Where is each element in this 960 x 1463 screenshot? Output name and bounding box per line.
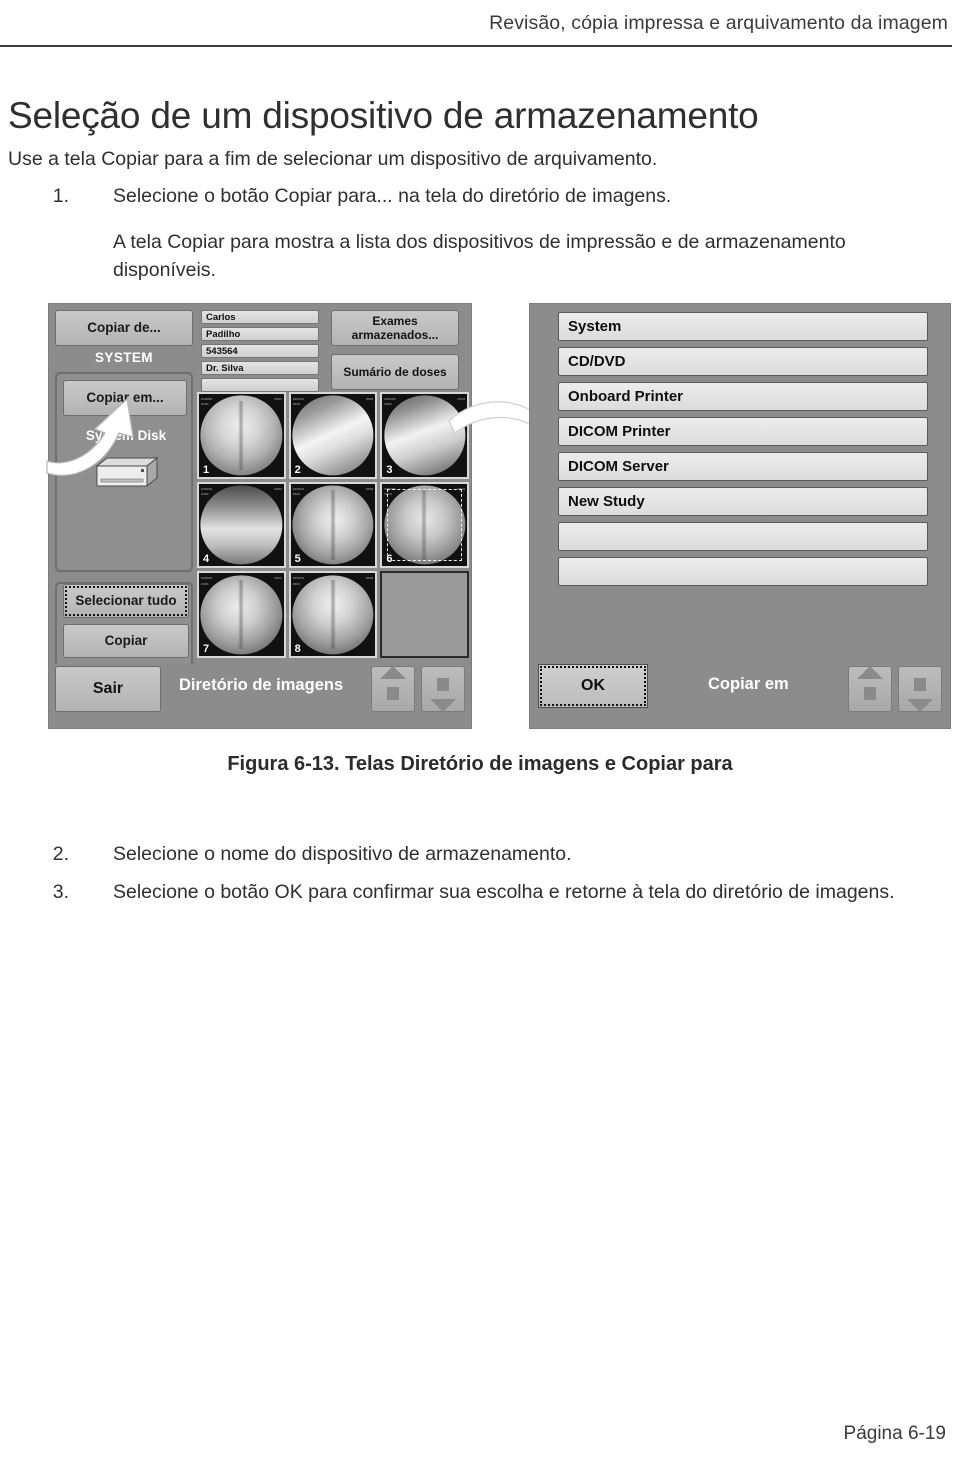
left-scroll-controls [371, 666, 465, 712]
scroll-up-button[interactable] [371, 666, 415, 712]
step-item-3: 3. Selecione o botão OK para confirmar s… [0, 878, 960, 906]
device-row-empty-2[interactable] [558, 557, 928, 586]
thumbnail-number: 3 [386, 463, 393, 476]
thumbnail-number: 6 [386, 553, 393, 566]
document-page: Revisão, cópia impressa e arquivamento d… [0, 0, 960, 1463]
copy-from-value: SYSTEM [95, 350, 153, 365]
step-3-text: Selecione o botão OK para confirmar sua … [113, 881, 895, 903]
system-disk-icon [91, 454, 159, 490]
exam-action-buttons: Exames armazenados... Sumário de doses [331, 310, 459, 398]
step-2-text: Selecione o nome do dispositivo de armaz… [113, 843, 572, 865]
thumbnail-7[interactable]: ▭▭▭ ▭▭ ▭▭ 7 [197, 571, 286, 658]
thumbnail-number: 4 [203, 553, 210, 566]
step-1-note: A tela Copiar para mostra a lista dos di… [0, 228, 960, 284]
thumbnail-number: 5 [294, 553, 301, 566]
scroll-up-button[interactable] [848, 666, 892, 712]
device-row-dicom-server[interactable]: DICOM Server [558, 452, 928, 481]
thumbnail-6[interactable]: ▭▭▭ ▭▭ ▭▭ 6 [380, 481, 469, 569]
device-row-dicom-printer[interactable]: DICOM Printer [558, 417, 928, 446]
figure-caption: Figura 6-13. Telas Diretório de imagens … [227, 753, 733, 775]
thumbnail-selection-box [387, 488, 462, 562]
thumbnail-4[interactable]: ▭▭▭ ▭▭ ▭▭ 4 [197, 481, 286, 569]
patient-field-firstname[interactable]: Carlos [201, 310, 319, 324]
page-title: Seleção de um dispositivo de armazenamen… [8, 95, 759, 136]
device-row-onboard-printer[interactable]: Onboard Printer [558, 382, 928, 411]
thumbnail-number: 8 [294, 642, 301, 655]
device-row-new-study[interactable]: New Study [558, 487, 928, 516]
right-screen-bottom-bar: OK Copiar em [538, 664, 942, 720]
copy-from-button[interactable]: Copiar de... [55, 310, 193, 346]
thumbnail-1[interactable]: ▭▭▭ ▭▭ ▭▭ 1 [197, 392, 286, 479]
dose-summary-button[interactable]: Sumário de doses [331, 354, 459, 390]
patient-field-id[interactable]: 543564 [201, 344, 319, 358]
thumbnail-number: 2 [294, 463, 301, 476]
thumbnail-3[interactable]: ▭▭▭ ▭▭ ▭▭ 3 [380, 392, 469, 479]
lead-paragraph: Use a tela Copiar para a fim de selecion… [8, 148, 658, 170]
left-screen-bottom-bar: Sair Diretório de imagens [55, 664, 465, 722]
device-row-empty-1[interactable] [558, 522, 928, 551]
step-item-1: 1. Selecione o botão Copiar para... na t… [0, 182, 960, 210]
header-divider-rule [0, 45, 952, 47]
step-2-number: 2. [52, 843, 69, 865]
scroll-down-button[interactable] [898, 666, 942, 712]
patient-field-physician[interactable]: Dr. Silva [201, 361, 319, 375]
footer-page-number: Página 6-19 [843, 1423, 946, 1444]
figure-6-13: Copiar de... SYSTEM Copiar em... System … [0, 303, 960, 729]
select-all-button[interactable]: Selecionar tudo [63, 584, 189, 618]
fluoroscopic-image [292, 395, 374, 475]
thumbnail-slot-empty[interactable] [380, 571, 469, 658]
fluoroscopic-image [200, 485, 282, 565]
thumbnail-8[interactable]: ▭▭▭ ▭▭ ▭▭ 8 [288, 571, 378, 658]
copy-to-group: Copiar em... System Disk [55, 372, 193, 572]
thumbnail-2[interactable]: ▭▭▭ ▭▭ ▭▭ 2 [288, 392, 378, 479]
right-scroll-controls [848, 666, 942, 712]
storage-device-list: System CD/DVD Onboard Printer DICOM Prin… [558, 312, 928, 592]
copy-to-value: System Disk [85, 428, 167, 443]
step-1-note-text: A tela Copiar para mostra a lista dos di… [113, 231, 846, 281]
patient-field-empty-1[interactable] [201, 378, 319, 392]
device-row-cd-dvd[interactable]: CD/DVD [558, 347, 928, 376]
device-row-system[interactable]: System [558, 312, 928, 341]
image-directory-screen: Copiar de... SYSTEM Copiar em... System … [46, 303, 472, 729]
image-thumbnail-grid: ▭▭▭ ▭▭ ▭▭ 1 ▭▭▭ ▭▭ ▭▭ 2 ▭▭▭ ▭▭ ▭▭ 3 ▭▭▭ … [197, 392, 469, 658]
right-screen-title: Copiar em [708, 675, 789, 693]
running-header-title: Revisão, cópia impressa e arquivamento d… [489, 11, 948, 34]
exit-button[interactable]: Sair [55, 666, 161, 712]
stored-exams-button[interactable]: Exames armazenados... [331, 310, 459, 346]
running-header: Revisão, cópia impressa e arquivamento d… [0, 0, 960, 46]
copy-to-button[interactable]: Copiar em... [63, 380, 187, 416]
step-item-2: 2. Selecione o nome do dispositivo de ar… [0, 840, 960, 868]
left-screen-title: Diretório de imagens [179, 676, 344, 694]
scroll-down-button[interactable] [421, 666, 465, 712]
step-1-number: 1. [52, 185, 69, 207]
step-1-text: Selecione o botão Copiar para... na tela… [113, 185, 672, 207]
thumbnail-number: 7 [203, 642, 210, 655]
left-control-column: Copiar de... SYSTEM Copiar em... System … [55, 310, 193, 668]
copy-to-screen: System CD/DVD Onboard Printer DICOM Prin… [529, 303, 951, 729]
fluoroscopic-image [384, 395, 466, 475]
copy-button[interactable]: Copiar [63, 624, 189, 658]
thumbnail-number: 1 [203, 463, 210, 476]
selection-group: Selecionar tudo Copiar [55, 582, 193, 668]
ok-button[interactable]: OK [538, 664, 648, 708]
patient-field-lastname[interactable]: Padilho [201, 327, 319, 341]
thumbnail-5[interactable]: ▭▭▭ ▭▭ ▭▭ 5 [288, 481, 378, 569]
step-3-number: 3. [52, 881, 69, 903]
